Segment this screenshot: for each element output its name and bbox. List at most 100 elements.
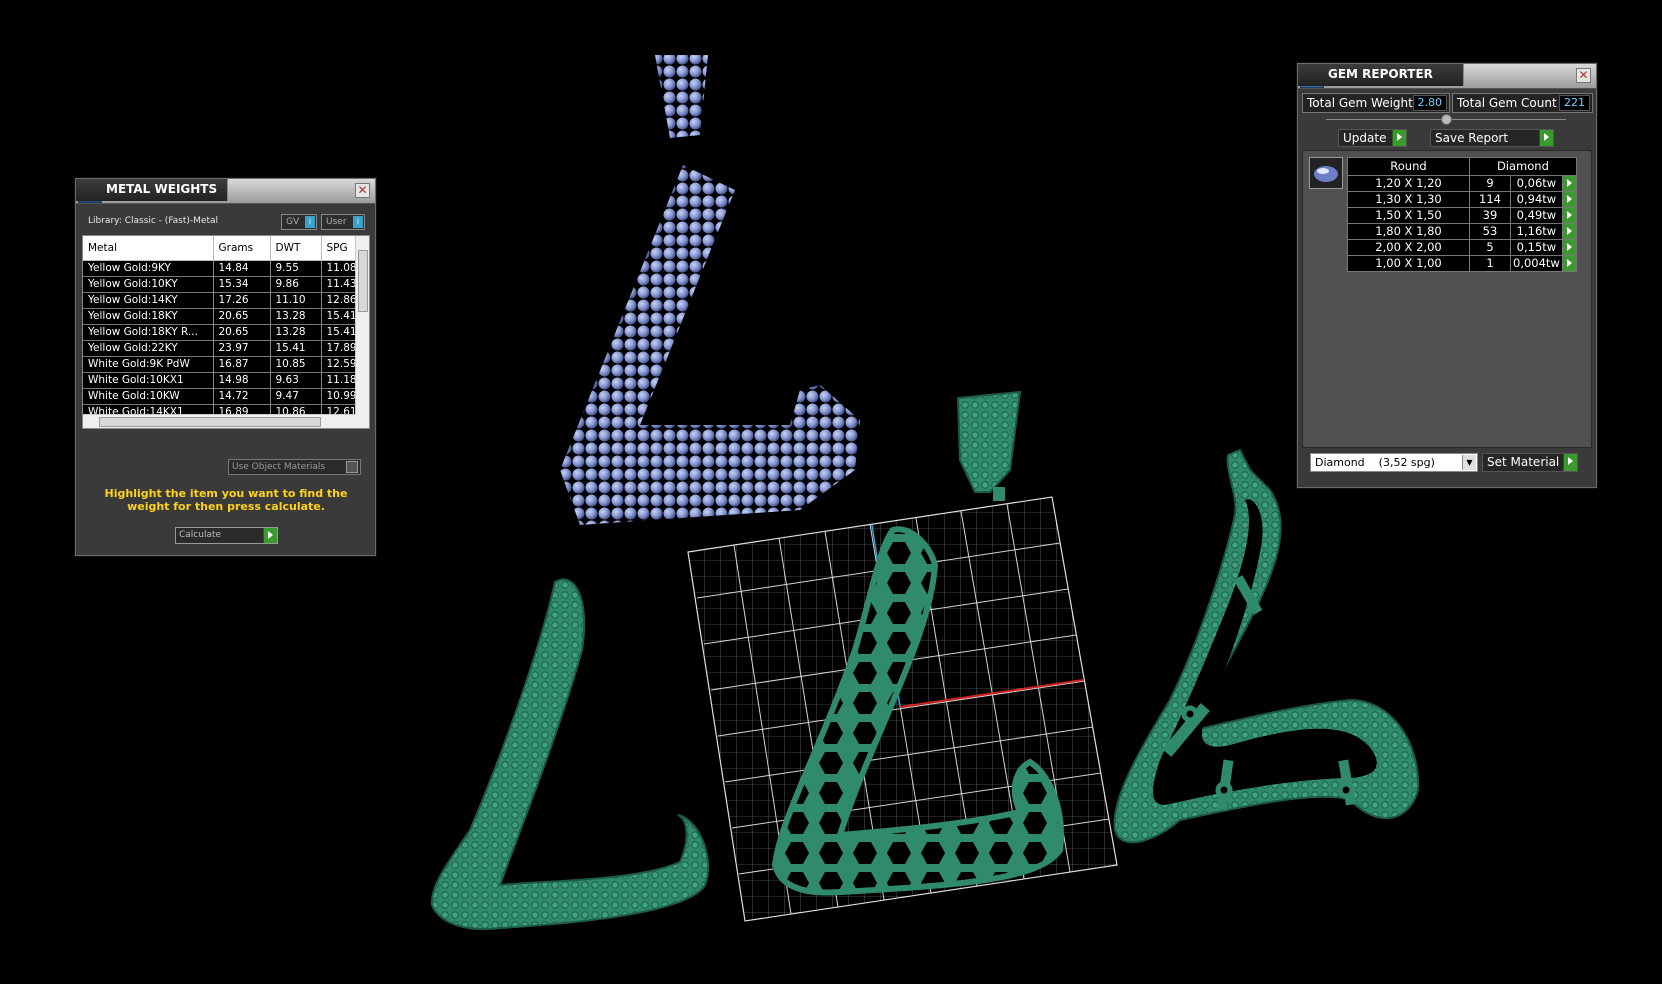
metal-table[interactable]: Metal Grams DWT SPG Yellow Gold:9KY 14.84… — [82, 235, 370, 429]
gem-weight-cell: 0,49tw — [1510, 207, 1563, 224]
select-gem-button[interactable] — [1561, 207, 1577, 224]
calculate-button[interactable]: Calculate — [175, 527, 278, 544]
set-material-label: Set Material — [1487, 455, 1560, 469]
gem-count-cell: 9 — [1469, 175, 1511, 192]
metal-name-cell: Yellow Gold:18KY R... — [83, 324, 214, 341]
total-gem-count-label: Total Gem Count — [1457, 96, 1557, 110]
gem-size-cell: 2,00 X 2,00 — [1347, 239, 1470, 256]
gem-reporter-titlebar[interactable]: GEM REPORTER ✕ — [1298, 64, 1596, 89]
metal-weights-title: METAL WEIGHTS — [76, 179, 229, 201]
select-gem-button[interactable] — [1561, 191, 1577, 208]
gem-list: Round Diamond 1,20 X 1,20 9 0,06tw 1,30 X 1… — [1302, 150, 1592, 448]
select-gem-button[interactable] — [1561, 223, 1577, 240]
metal-name-cell: Yellow Gold:9KY — [83, 260, 214, 277]
gem-count-cell: 5 — [1469, 239, 1511, 256]
instruction-text: Highlight the item you want to find the … — [104, 487, 348, 513]
play-icon — [1563, 454, 1577, 471]
grams-cell: 15.34 — [213, 276, 271, 293]
gem-size-cell: 1,50 X 1,50 — [1347, 207, 1470, 224]
close-icon[interactable]: ✕ — [355, 183, 370, 198]
splitter-handle[interactable] — [1441, 114, 1452, 125]
material-select-value: Diamond (3,52 spg) — [1315, 456, 1435, 469]
total-gem-weight-field: Total Gem Weight 2.80 — [1302, 93, 1450, 113]
metal-name-cell: White Gold:10KX1 — [83, 372, 214, 389]
gem-weight-cell: 1,16tw — [1510, 223, 1563, 240]
grams-cell: 14.84 — [213, 260, 271, 277]
play-icon — [1539, 130, 1553, 146]
horizontal-scrollbar[interactable] — [83, 414, 356, 428]
gem-row[interactable]: 1,20 X 1,20 9 0,06tw — [1347, 175, 1577, 192]
dwt-cell: 15.41 — [270, 340, 322, 357]
shape-header: Round — [1347, 157, 1470, 176]
gem-row[interactable]: 1,00 X 1,00 1 0,004tw — [1347, 255, 1577, 272]
close-icon[interactable]: ✕ — [1576, 68, 1591, 83]
framed-letter-l-right[interactable] — [1113, 448, 1420, 844]
select-gem-button[interactable] — [1561, 239, 1577, 256]
metal-name-cell: White Gold:9K PdW — [83, 356, 214, 373]
grams-cell: 20.65 — [213, 324, 271, 341]
table-row[interactable]: White Gold:10KX1 14.98 9.63 11.18 — [83, 372, 369, 389]
gem-reporter-panel: GEM REPORTER ✕ Total Gem Weight 2.80 Tot… — [1297, 63, 1597, 488]
info-icon: i — [353, 216, 363, 228]
set-material-button[interactable]: Set Material — [1482, 453, 1578, 472]
gem-row[interactable]: 1,30 X 1,30 114 0,94tw — [1347, 191, 1577, 208]
calculate-label: Calculate — [179, 530, 222, 540]
select-gem-button[interactable] — [1561, 175, 1577, 192]
dwt-cell: 9.86 — [270, 276, 322, 293]
diamond-round-icon[interactable] — [1309, 157, 1343, 189]
table-row[interactable]: White Gold:10KW 14.72 9.47 10.99 — [83, 388, 369, 405]
table-row[interactable]: Yellow Gold:22KY 23.97 15.41 17.89 — [83, 340, 369, 357]
col-metal[interactable]: Metal — [83, 236, 214, 261]
gem-size-cell: 1,00 X 1,00 — [1347, 255, 1470, 272]
chevron-down-icon: ▼ — [1462, 455, 1476, 470]
save-report-button[interactable]: Save Report — [1430, 129, 1554, 147]
material-header: Diamond — [1469, 157, 1577, 176]
gem-row[interactable]: 1,80 X 1,80 53 1,16tw — [1347, 223, 1577, 240]
total-gem-count-value: 221 — [1559, 95, 1590, 111]
select-gem-button[interactable] — [1561, 255, 1577, 272]
gv-label: GV — [286, 217, 300, 227]
library-label: Library: Classic - (Fast)-Metal — [88, 216, 219, 226]
grams-cell: 17.26 — [213, 292, 271, 309]
dwt-cell: 9.47 — [270, 388, 322, 405]
gem-count-cell: 1 — [1469, 255, 1511, 272]
gem-row[interactable]: 2,00 X 2,00 5 0,15tw — [1347, 239, 1577, 256]
table-row[interactable]: Yellow Gold:18KY 20.65 13.28 15.41 — [83, 308, 369, 325]
pendant-bail[interactable] — [956, 390, 1022, 501]
gem-weight-cell: 0,004tw — [1510, 255, 1563, 272]
gem-size-cell: 1,20 X 1,20 — [1347, 175, 1470, 192]
col-grams[interactable]: Grams — [213, 236, 271, 261]
gem-stones-model[interactable] — [540, 40, 880, 540]
metal-name-cell: Yellow Gold:22KY — [83, 340, 214, 357]
update-button[interactable]: Update — [1338, 129, 1407, 147]
table-row[interactable]: Yellow Gold:18KY R... 20.65 13.28 15.41 — [83, 324, 369, 341]
table-row[interactable]: Yellow Gold:10KY 15.34 9.86 11.43 — [83, 276, 369, 293]
dwt-cell: 13.28 — [270, 324, 322, 341]
info-icon: i — [305, 216, 315, 228]
gem-weight-cell: 0,94tw — [1510, 191, 1563, 208]
material-select[interactable]: Diamond (3,52 spg) ▼ — [1310, 453, 1478, 472]
table-row[interactable]: Yellow Gold:9KY 14.84 9.55 11.08 — [83, 260, 369, 277]
table-row[interactable]: Yellow Gold:14KY 17.26 11.10 12.86 — [83, 292, 369, 309]
table-row[interactable]: White Gold:9K PdW 16.87 10.85 12.59 — [83, 356, 369, 373]
user-toggle[interactable]: User i — [321, 214, 365, 230]
checkbox-icon — [346, 461, 358, 473]
total-gem-weight-value: 2.80 — [1412, 95, 1447, 111]
grams-cell: 14.72 — [213, 388, 271, 405]
dwt-cell: 9.63 — [270, 372, 322, 389]
gem-size-cell: 1,30 X 1,30 — [1347, 191, 1470, 208]
vertical-scrollbar[interactable] — [355, 236, 369, 428]
grams-cell: 20.65 — [213, 308, 271, 325]
gem-row[interactable]: 1,50 X 1,50 39 0,49tw — [1347, 207, 1577, 224]
use-object-materials-label: Use Object Materials — [232, 462, 326, 472]
gem-size-cell: 1,80 X 1,80 — [1347, 223, 1470, 240]
gem-table[interactable]: Round Diamond 1,20 X 1,20 9 0,06tw 1,30 X 1… — [1347, 157, 1577, 272]
play-icon — [263, 528, 277, 543]
pave-letter-l-left[interactable] — [430, 578, 710, 931]
metal-name-cell: Yellow Gold:18KY — [83, 308, 214, 325]
metal-name-cell: Yellow Gold:14KY — [83, 292, 214, 309]
gv-toggle[interactable]: GV i — [281, 214, 317, 230]
metal-weights-titlebar[interactable]: METAL WEIGHTS ✕ — [76, 179, 375, 204]
use-object-materials-checkbox[interactable]: Use Object Materials — [228, 459, 361, 475]
col-dwt[interactable]: DWT — [270, 236, 322, 261]
